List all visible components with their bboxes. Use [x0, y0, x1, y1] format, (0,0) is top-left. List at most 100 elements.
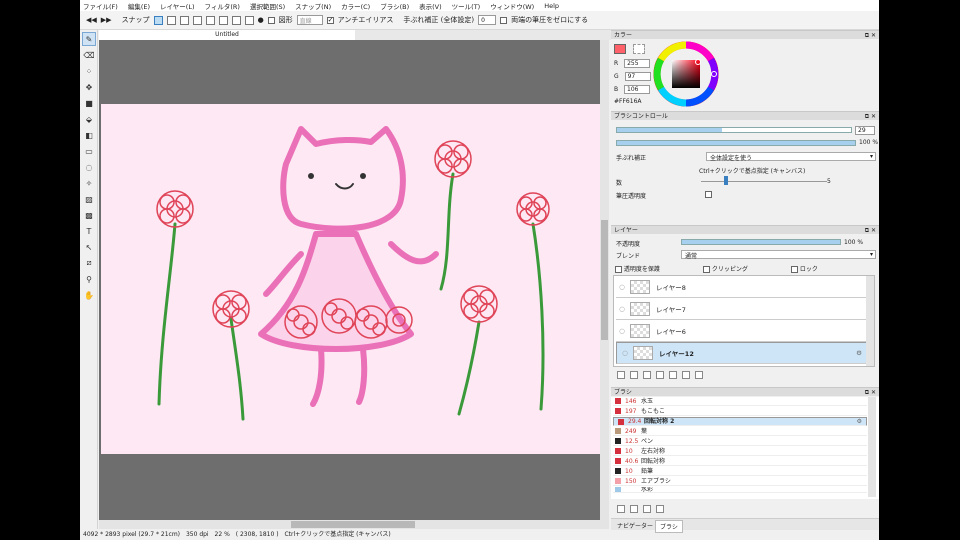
panel-float-close-icon[interactable]: ⧉ ✕	[865, 226, 876, 235]
panel-float-close-icon[interactable]: ⧉ ✕	[865, 388, 876, 397]
visibility-icon[interactable]: ○	[618, 305, 626, 313]
vertical-scroll-thumb[interactable]	[601, 220, 608, 340]
menu-window[interactable]: ウィンドウ(W)	[490, 1, 534, 11]
tab-navigator[interactable]: ナビゲーター	[617, 521, 653, 530]
snap-radial-icon[interactable]	[192, 15, 202, 25]
dot-icon[interactable]: ●	[258, 16, 264, 24]
menu-edit[interactable]: 編集(E)	[128, 1, 150, 11]
count-slider-thumb[interactable]	[724, 176, 729, 185]
brush-list-scrollbar[interactable]	[868, 397, 876, 497]
brush-item-selected[interactable]: 29.4 回転対称 2 ⚙	[613, 417, 867, 426]
brush-size-input[interactable]: 29	[855, 126, 875, 135]
snap-grid-icon[interactable]	[244, 15, 254, 25]
menu-view[interactable]: 表示(V)	[419, 1, 442, 11]
count-slider[interactable]	[701, 181, 827, 182]
pressure-opacity-checkbox[interactable]	[705, 191, 712, 198]
hand-tool-icon[interactable]: ✋	[82, 288, 96, 302]
text-tool-icon[interactable]: T	[82, 224, 96, 238]
menu-tool[interactable]: ツール(T)	[452, 1, 481, 11]
shape-checkbox[interactable]	[267, 16, 275, 24]
new-layer-1bit-icon[interactable]	[643, 371, 651, 379]
canvas-area[interactable]	[99, 40, 609, 520]
panel-float-close-icon[interactable]: ⧉ ✕	[865, 31, 876, 40]
g-input[interactable]: 97	[624, 72, 651, 81]
brush-item[interactable]: 10 鉛筆	[613, 467, 867, 476]
menu-select[interactable]: 選択範囲(S)	[250, 1, 285, 11]
magic-wand-tool-icon[interactable]: ✧	[82, 176, 96, 190]
menu-help[interactable]: Help	[544, 2, 559, 10]
document-tab[interactable]: Untitled	[99, 30, 355, 40]
visibility-icon[interactable]: ○	[621, 349, 629, 357]
snap-off-icon[interactable]	[153, 15, 163, 25]
brush-item[interactable]: 水彩	[613, 487, 867, 493]
brush-folder-icon[interactable]	[630, 505, 638, 513]
gradient-tool-icon[interactable]: ◧	[82, 128, 96, 142]
canvas-vertical-scrollbar[interactable]	[600, 40, 609, 520]
divide-tool-icon[interactable]: ⧄	[82, 256, 96, 270]
snap-parallel-icon[interactable]	[166, 15, 176, 25]
gear-icon[interactable]: ⚙	[856, 349, 862, 357]
gear-icon[interactable]: ⚙	[857, 417, 862, 426]
protect-checkbox[interactable]	[615, 266, 622, 273]
new-folder-icon[interactable]	[656, 371, 664, 379]
brush-size-slider[interactable]	[616, 127, 852, 133]
dot-brush-tool-icon[interactable]: ⁘	[82, 64, 96, 78]
blend-select[interactable]: 通常 ▾	[681, 250, 876, 260]
move-tool-icon[interactable]: ✥	[82, 80, 96, 94]
color-wheel[interactable]	[653, 41, 719, 107]
menu-color[interactable]: カラー(C)	[341, 1, 370, 11]
brush-item[interactable]: 146 水玉	[613, 397, 867, 406]
brush-tool-icon[interactable]: ✎	[82, 32, 96, 46]
tab-brush[interactable]: ブラシ	[655, 520, 683, 533]
visibility-icon[interactable]: ○	[618, 283, 626, 291]
duplicate-layer-icon[interactable]	[669, 371, 677, 379]
lock-checkbox[interactable]	[791, 266, 798, 273]
brush-item[interactable]: 197 もこもこ	[613, 407, 867, 416]
select-eraser-tool-icon[interactable]: ▩	[82, 208, 96, 222]
layer-item-selected[interactable]: ○ レイヤー12 ⚙	[616, 342, 867, 364]
select-pen-tool-icon[interactable]: ▨	[82, 192, 96, 206]
brush-item[interactable]: 40.6 回転対称	[613, 457, 867, 466]
menu-file[interactable]: ファイル(F)	[83, 1, 118, 11]
layer-opacity-slider[interactable]	[681, 239, 841, 245]
panel-float-close-icon[interactable]: ⧉ ✕	[865, 112, 876, 121]
brush-item[interactable]: 150 エアブラシ	[613, 477, 867, 486]
new-layer-icon[interactable]	[617, 371, 625, 379]
foreground-color-swatch[interactable]	[614, 44, 626, 54]
b-input[interactable]: 106	[624, 85, 651, 94]
canvas-horizontal-scrollbar[interactable]	[99, 520, 609, 529]
redo-icon[interactable]: ▶▶	[101, 16, 112, 24]
delete-layer-icon[interactable]	[695, 371, 703, 379]
fill-rect-tool-icon[interactable]: ■	[82, 96, 96, 110]
snap-circle-icon[interactable]	[205, 15, 215, 25]
rect-select-tool-icon[interactable]: ▭	[82, 144, 96, 158]
duplicate-brush-icon[interactable]	[643, 505, 651, 513]
eyedropper-tool-icon[interactable]: ⚲	[82, 272, 96, 286]
brush-opacity-slider[interactable]	[616, 140, 856, 146]
brush-item[interactable]: 12.5 ペン	[613, 437, 867, 446]
layer-item[interactable]: ○ レイヤー8	[616, 276, 867, 298]
menu-filter[interactable]: フィルタ(R)	[205, 1, 240, 11]
visibility-icon[interactable]: ○	[618, 327, 626, 335]
delete-brush-icon[interactable]	[656, 505, 664, 513]
merge-down-icon[interactable]	[682, 371, 690, 379]
horizontal-scroll-thumb[interactable]	[291, 521, 415, 528]
shape-select[interactable]: 直線	[296, 15, 323, 25]
new-brush-icon[interactable]	[617, 505, 625, 513]
undo-icon[interactable]: ◀◀	[86, 16, 97, 24]
operation-tool-icon[interactable]: ↖	[82, 240, 96, 254]
layer-item[interactable]: ○ レイヤー7	[616, 298, 867, 320]
new-layer-8bit-icon[interactable]	[630, 371, 638, 379]
layer-list-scrollbar[interactable]	[866, 276, 874, 366]
layer-item[interactable]: ○ レイヤー6	[616, 320, 867, 342]
eraser-tool-icon[interactable]: ⌫	[82, 48, 96, 62]
stabilizer-select[interactable]: 0	[478, 15, 497, 25]
pressure-zero-checkbox[interactable]	[500, 16, 508, 24]
snap-curve-icon[interactable]	[218, 15, 228, 25]
artboard[interactable]	[101, 104, 607, 454]
background-color-swatch[interactable]	[633, 44, 645, 54]
menu-brush[interactable]: ブラシ(B)	[380, 1, 409, 11]
menu-snap[interactable]: スナップ(N)	[295, 1, 331, 11]
clipping-checkbox[interactable]	[703, 266, 710, 273]
bucket-tool-icon[interactable]: ⬙	[82, 112, 96, 126]
